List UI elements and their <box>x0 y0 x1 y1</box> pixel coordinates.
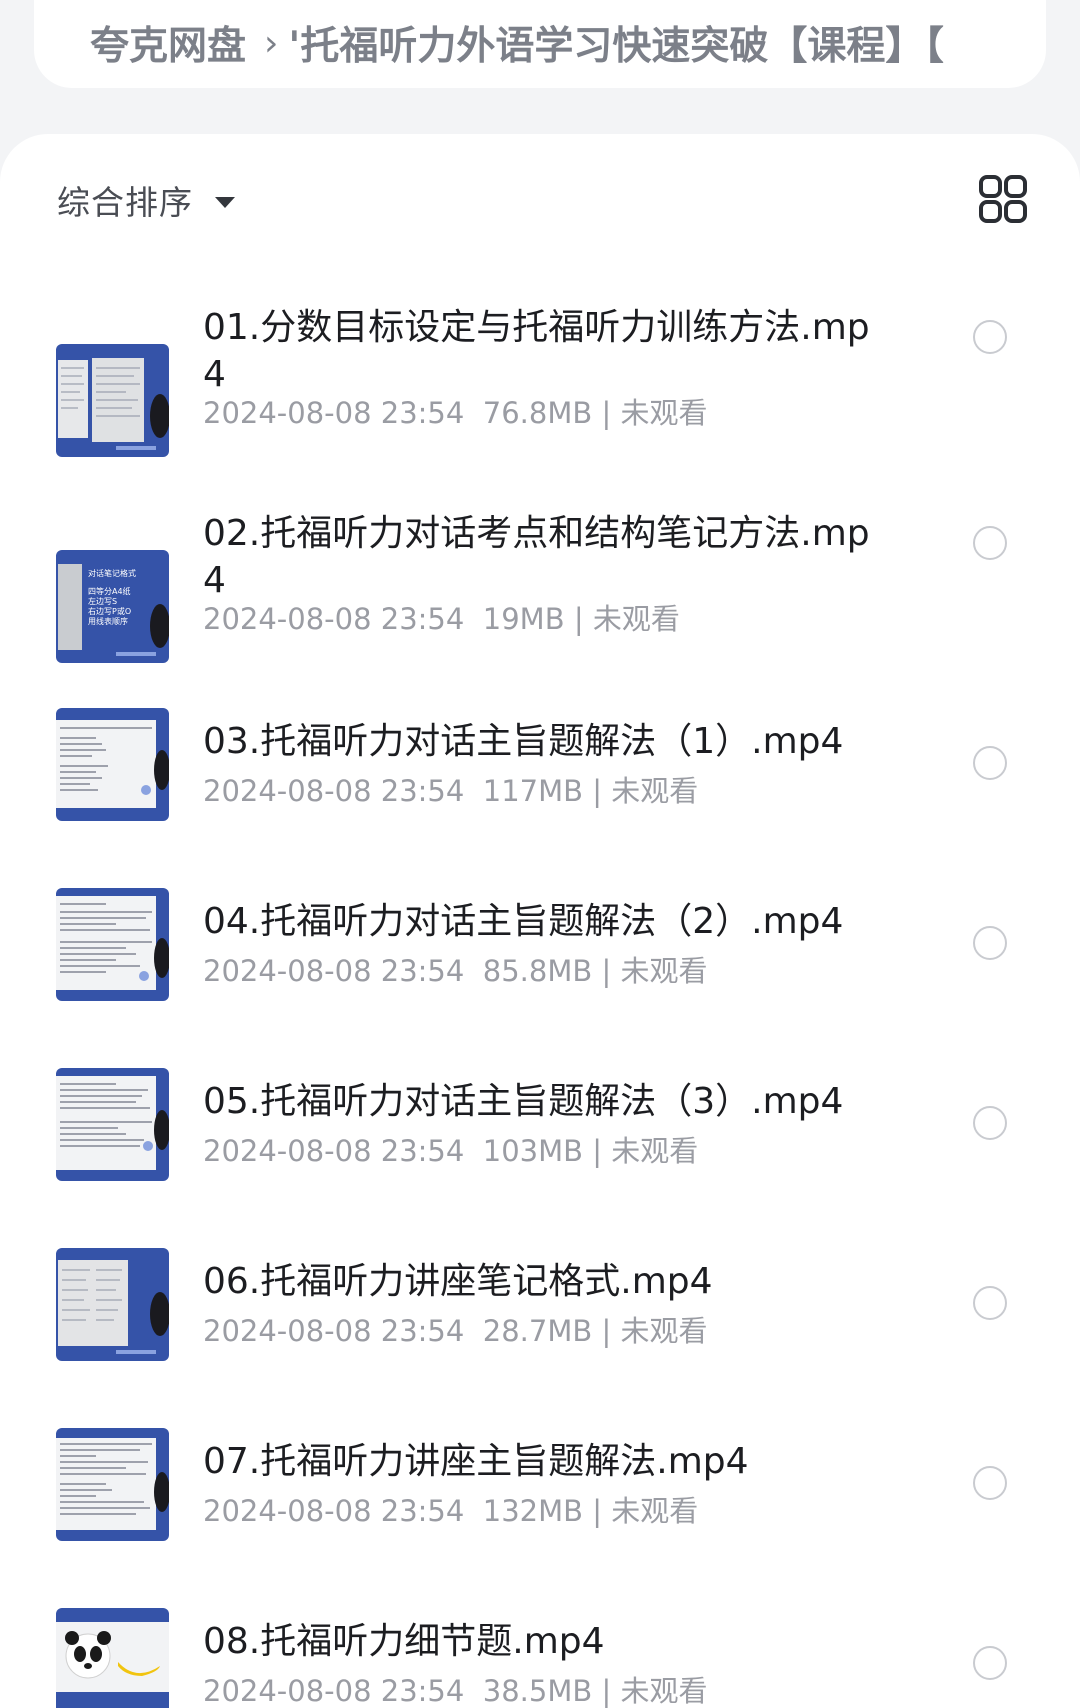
file-date: 2024-08-08 23:54 <box>203 954 465 988</box>
file-meta: 2024-08-08 23:54 103MB | 未观看 <box>203 1128 698 1170</box>
video-thumbnail <box>56 1608 169 1708</box>
select-radio[interactable] <box>973 746 1007 780</box>
file-date: 2024-08-08 23:54 <box>203 396 465 430</box>
meta-separator: | <box>592 774 603 808</box>
file-size: 76.8MB <box>482 396 593 430</box>
thumb-caption: 右边写P或O <box>88 606 131 616</box>
watch-status: 未观看 <box>592 602 680 636</box>
breadcrumb: 夸克网盘 › '托福听力外语学习快速突破【课程】【 <box>34 0 1046 88</box>
file-name: 04.托福听力对话主旨题解法（2）.mp4 <box>203 901 844 942</box>
select-radio[interactable] <box>973 1106 1007 1140</box>
file-name: 07.托福听力讲座主旨题解法.mp4 <box>203 1441 749 1482</box>
file-meta: 2024-08-08 23:54 38.5MB | 未观看 <box>203 1668 708 1708</box>
file-meta: 2024-08-08 23:54 28.7MB | 未观看 <box>203 1308 708 1350</box>
file-name: 02.托福听力对话考点和结构笔记方法.mp4 <box>203 513 870 601</box>
watch-status: 未观看 <box>620 954 708 988</box>
file-row[interactable]: 对话笔记格式 四等分A4纸 左边写S 右边写P或O 用线表顺序 02.托福听力对… <box>0 490 1080 663</box>
file-size: 19MB <box>482 602 565 636</box>
video-thumbnail <box>56 1248 169 1361</box>
meta-separator: | <box>592 1494 603 1528</box>
file-date: 2024-08-08 23:54 <box>203 774 465 808</box>
select-radio[interactable] <box>973 926 1007 960</box>
watch-status: 未观看 <box>611 774 699 808</box>
meta-separator: | <box>601 1674 612 1708</box>
file-size: 117MB <box>482 774 584 808</box>
file-meta: 2024-08-08 23:54 132MB | 未观看 <box>203 1488 698 1530</box>
video-thumbnail <box>56 1068 169 1181</box>
file-list-card: 综合排序 01.分数目标设定与托福听力训练方法.mp4 2024-08-08 2… <box>0 134 1080 1708</box>
file-name: 03.托福听力对话主旨题解法（1）.mp4 <box>203 721 844 762</box>
file-meta: 2024-08-08 23:54 76.8MB | 未观看 <box>203 390 708 432</box>
watch-status: 未观看 <box>611 1494 699 1528</box>
thumb-caption: 左边写S <box>88 596 117 606</box>
file-row[interactable]: 03.托福听力对话主旨题解法（1）.mp4 2024-08-08 23:54 1… <box>0 708 1080 838</box>
select-radio[interactable] <box>973 1646 1007 1680</box>
file-name: 08.托福听力细节题.mp4 <box>203 1621 605 1662</box>
meta-separator: | <box>592 1134 603 1168</box>
watch-status: 未观看 <box>620 396 708 430</box>
video-thumbnail <box>56 888 169 1001</box>
thumb-caption: 用线表顺序 <box>88 616 128 626</box>
meta-separator: | <box>601 954 612 988</box>
select-radio[interactable] <box>973 1286 1007 1320</box>
file-meta: 2024-08-08 23:54 117MB | 未观看 <box>203 768 698 810</box>
watch-status: 未观看 <box>611 1134 699 1168</box>
video-thumbnail <box>56 344 169 457</box>
file-row[interactable]: 07.托福听力讲座主旨题解法.mp4 2024-08-08 23:54 132M… <box>0 1428 1080 1558</box>
select-radio[interactable] <box>973 526 1007 560</box>
file-row[interactable]: 08.托福听力细节题.mp4 2024-08-08 23:54 38.5MB |… <box>0 1608 1080 1708</box>
file-meta: 2024-08-08 23:54 19MB | 未观看 <box>203 596 680 638</box>
thumb-caption: 对话笔记格式 <box>88 568 136 578</box>
file-date: 2024-08-08 23:54 <box>203 1674 465 1708</box>
select-radio[interactable] <box>973 1466 1007 1500</box>
select-radio[interactable] <box>973 320 1007 354</box>
file-size: 38.5MB <box>482 1674 593 1708</box>
file-row[interactable]: 04.托福听力对话主旨题解法（2）.mp4 2024-08-08 23:54 8… <box>0 888 1080 1018</box>
quark-drive-folder-page: 夸克网盘 › '托福听力外语学习快速突破【课程】【 综合排序 01.分数目标设定… <box>0 0 1080 1708</box>
file-size: 103MB <box>482 1134 584 1168</box>
file-name: 06.托福听力讲座笔记格式.mp4 <box>203 1261 713 1302</box>
meta-separator: | <box>601 1314 612 1348</box>
sort-label: 综合排序 <box>57 183 193 222</box>
file-date: 2024-08-08 23:54 <box>203 1314 465 1348</box>
caret-down-icon <box>215 196 235 208</box>
file-size: 85.8MB <box>482 954 593 988</box>
thumb-caption: 四等分A4纸 <box>88 586 131 596</box>
grid-view-icon[interactable] <box>978 174 1028 224</box>
file-date: 2024-08-08 23:54 <box>203 602 465 636</box>
file-date: 2024-08-08 23:54 <box>203 1494 465 1528</box>
video-thumbnail <box>56 1428 169 1541</box>
file-row[interactable]: 05.托福听力对话主旨题解法（3）.mp4 2024-08-08 23:54 1… <box>0 1068 1080 1198</box>
watch-status: 未观看 <box>620 1314 708 1348</box>
breadcrumb-separator-icon: › <box>264 22 279 64</box>
file-date: 2024-08-08 23:54 <box>203 1134 465 1168</box>
breadcrumb-root[interactable]: 夸克网盘 <box>90 5 246 71</box>
meta-separator: | <box>601 396 612 430</box>
file-row[interactable]: 01.分数目标设定与托福听力训练方法.mp4 2024-08-08 23:54 … <box>0 284 1080 457</box>
file-meta: 2024-08-08 23:54 85.8MB | 未观看 <box>203 948 708 990</box>
file-size: 132MB <box>482 1494 584 1528</box>
file-name: 05.托福听力对话主旨题解法（3）.mp4 <box>203 1081 844 1122</box>
meta-separator: | <box>573 602 584 636</box>
sort-dropdown[interactable]: 综合排序 <box>57 176 235 224</box>
watch-status: 未观看 <box>620 1674 708 1708</box>
file-row[interactable]: 06.托福听力讲座笔记格式.mp4 2024-08-08 23:54 28.7M… <box>0 1248 1080 1378</box>
video-thumbnail: 对话笔记格式 四等分A4纸 左边写S 右边写P或O 用线表顺序 <box>56 550 169 663</box>
breadcrumb-current-folder[interactable]: '托福听力外语学习快速突破【课程】【 <box>288 5 943 71</box>
file-size: 28.7MB <box>482 1314 593 1348</box>
video-thumbnail <box>56 708 169 821</box>
file-name: 01.分数目标设定与托福听力训练方法.mp4 <box>203 307 870 395</box>
